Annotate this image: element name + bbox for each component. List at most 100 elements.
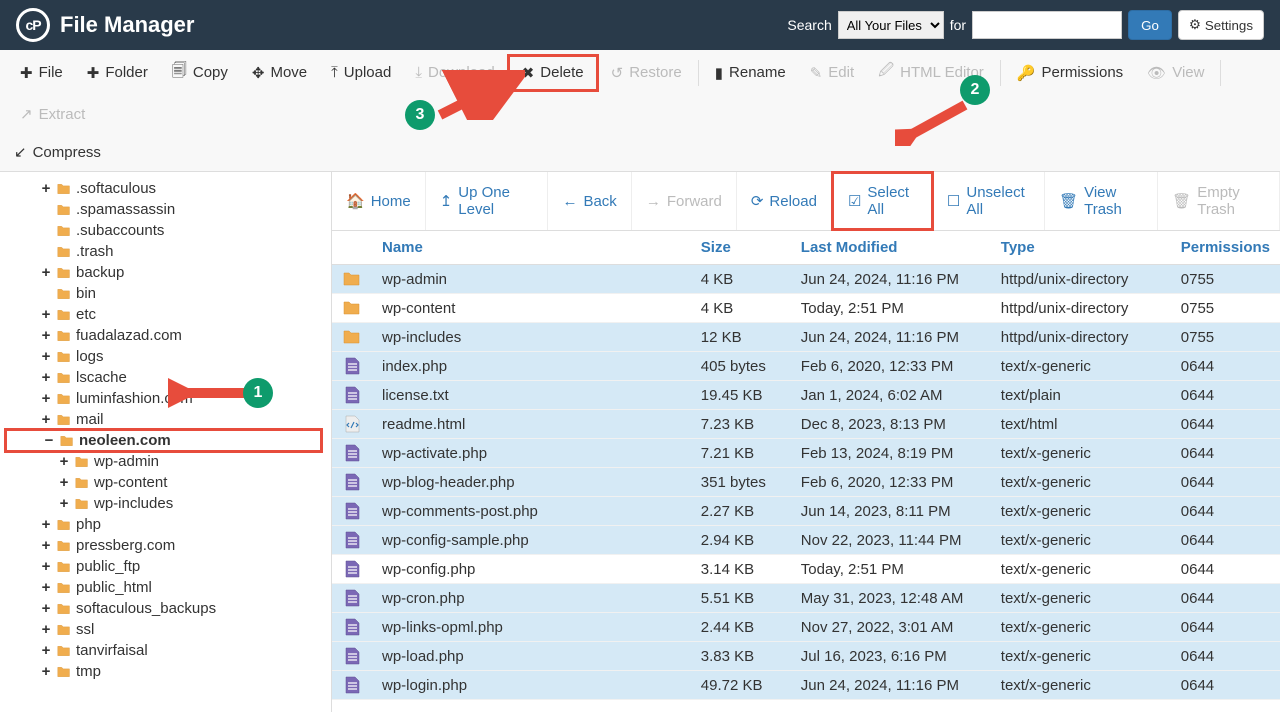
table-row[interactable]: wp-blog-header.php351 bytesFeb 6, 2020, … [332,468,1280,497]
logo: cP File Manager [16,8,194,42]
tree-node[interactable]: +softaculous_backups [4,598,323,619]
back-button[interactable]: ←Back [548,172,631,230]
cell-type: text/x-generic [991,555,1171,584]
tree-node[interactable]: +mail [4,409,323,430]
unselect-all-button[interactable]: ☐Unselect All [933,172,1045,230]
tree-node[interactable]: +logs [4,346,323,367]
tree-node[interactable]: +wp-content [4,472,323,493]
tree-node[interactable]: −neoleen.com [4,430,323,451]
forward-button[interactable]: →Forward [632,172,737,230]
html-editor-button[interactable]: 🖉HTML Editor [866,50,996,95]
table-row[interactable]: readme.html7.23 KBDec 8, 2023, 8:13 PMte… [332,410,1280,439]
home-button[interactable]: 🏠Home [332,172,426,230]
restore-button[interactable]: ↺Restore [599,54,694,92]
col-name[interactable]: Name [372,231,691,265]
col-size[interactable]: Size [691,231,791,265]
table-row[interactable]: wp-links-opml.php2.44 KBNov 27, 2022, 3:… [332,613,1280,642]
view-button[interactable]: 👁View [1135,54,1216,92]
col-permissions[interactable]: Permissions [1171,231,1280,265]
tree-node[interactable]: +backup [4,262,323,283]
folder-button[interactable]: ✚Folder [75,54,160,92]
view-trash-button[interactable]: 🗑View Trash [1045,172,1158,230]
table-row[interactable]: wp-config-sample.php2.94 KBNov 22, 2023,… [332,526,1280,555]
table-row[interactable]: wp-config.php3.14 KBToday, 2:51 PMtext/x… [332,555,1280,584]
expand-toggle[interactable]: + [40,369,52,386]
expand-toggle[interactable]: + [40,390,52,407]
reload-button[interactable]: ⟳Reload [737,172,832,230]
tree-node[interactable]: +luminfashion.com [4,388,323,409]
cell-modified: Jun 24, 2024, 11:16 PM [791,671,991,700]
file-button[interactable]: ✚File [8,54,75,92]
expand-toggle[interactable]: + [40,348,52,365]
file-icon [342,560,362,578]
empty-trash-button[interactable]: 🗑Empty Trash [1158,172,1280,230]
table-row[interactable]: wp-activate.php7.21 KBFeb 13, 2024, 8:19… [332,439,1280,468]
folder-tree[interactable]: +.softaculous+.spamassassin+.subaccounts… [0,172,332,712]
expand-toggle[interactable]: + [40,306,52,323]
up-one-level-button[interactable]: ↥Up One Level [426,172,549,230]
download-button[interactable]: ⤓Download [403,54,506,91]
search-input[interactable] [972,11,1122,39]
upload-button[interactable]: ⤒Upload [319,54,403,91]
table-row[interactable]: wp-includes12 KBJun 24, 2024, 11:16 PMht… [332,323,1280,352]
table-row[interactable]: wp-login.php49.72 KBJun 24, 2024, 11:16 … [332,671,1280,700]
select-all-button[interactable]: ☑Select All [831,171,934,231]
delete-button[interactable]: ✖Delete [507,54,599,92]
tree-node[interactable]: +public_ftp [4,556,323,577]
table-row[interactable]: index.php405 bytesFeb 6, 2020, 12:33 PMt… [332,352,1280,381]
expand-toggle[interactable]: + [40,579,52,596]
rename-button[interactable]: ▮Rename [703,54,798,92]
tree-node[interactable]: +.softaculous [4,178,323,199]
tree-node[interactable]: +.trash [4,241,323,262]
tree-node[interactable]: +etc [4,304,323,325]
tree-node[interactable]: +wp-admin [4,451,323,472]
tree-node[interactable]: +tmp [4,661,323,682]
expand-toggle[interactable]: + [58,495,70,512]
permissions-button[interactable]: 🔑Permissions [1005,54,1135,92]
expand-toggle[interactable]: + [40,264,52,281]
expand-toggle[interactable]: + [40,621,52,638]
folder-icon [59,434,75,448]
expand-toggle[interactable]: + [40,537,52,554]
search-scope-select[interactable]: All Your Files [838,11,944,39]
tree-node[interactable]: +php [4,514,323,535]
table-row[interactable]: wp-content4 KBToday, 2:51 PMhttpd/unix-d… [332,294,1280,323]
expand-toggle[interactable]: − [43,432,55,449]
table-row[interactable]: wp-comments-post.php2.27 KBJun 14, 2023,… [332,497,1280,526]
expand-toggle[interactable]: + [40,516,52,533]
expand-toggle[interactable]: + [40,663,52,680]
compress-button[interactable]: ↙Compress [8,133,113,171]
tree-node[interactable]: +public_html [4,577,323,598]
tree-node[interactable]: +wp-includes [4,493,323,514]
table-row[interactable]: wp-cron.php5.51 KBMay 31, 2023, 12:48 AM… [332,584,1280,613]
expand-toggle[interactable]: + [40,642,52,659]
extract-button[interactable]: ↗Extract [8,95,97,133]
expand-toggle[interactable]: + [40,558,52,575]
move-button[interactable]: ✥Move [240,54,319,92]
tree-node[interactable]: +ssl [4,619,323,640]
tree-node[interactable]: +tanvirfaisal [4,640,323,661]
table-row[interactable]: wp-admin4 KBJun 24, 2024, 11:16 PMhttpd/… [332,265,1280,294]
copy-button[interactable]: 🗐Copy [160,50,240,95]
expand-toggle[interactable]: + [40,180,52,197]
expand-toggle[interactable]: + [40,327,52,344]
col-modified[interactable]: Last Modified [791,231,991,265]
expand-toggle[interactable]: + [40,411,52,428]
table-row[interactable]: license.txt19.45 KBJan 1, 2024, 6:02 AMt… [332,381,1280,410]
expand-toggle[interactable]: + [40,600,52,617]
go-button[interactable]: Go [1128,10,1172,40]
col-type[interactable]: Type [991,231,1171,265]
edit-button[interactable]: ✎Edit [798,54,866,92]
tree-node[interactable]: +lscache [4,367,323,388]
settings-button[interactable]: Settings [1178,10,1264,40]
tree-node[interactable]: +.spamassassin [4,199,323,220]
cell-name: wp-admin [372,265,691,294]
expand-toggle[interactable]: + [58,453,70,470]
table-row[interactable]: wp-load.php3.83 KBJul 16, 2023, 6:16 PMt… [332,642,1280,671]
tree-node[interactable]: +.subaccounts [4,220,323,241]
tree-node[interactable]: +pressberg.com [4,535,323,556]
main-toolbar: ✚File ✚Folder 🗐Copy ✥Move ⤒Upload ⤓Downl… [0,50,1280,172]
expand-toggle[interactable]: + [58,474,70,491]
tree-node[interactable]: +fuadalazad.com [4,325,323,346]
tree-node[interactable]: +bin [4,283,323,304]
